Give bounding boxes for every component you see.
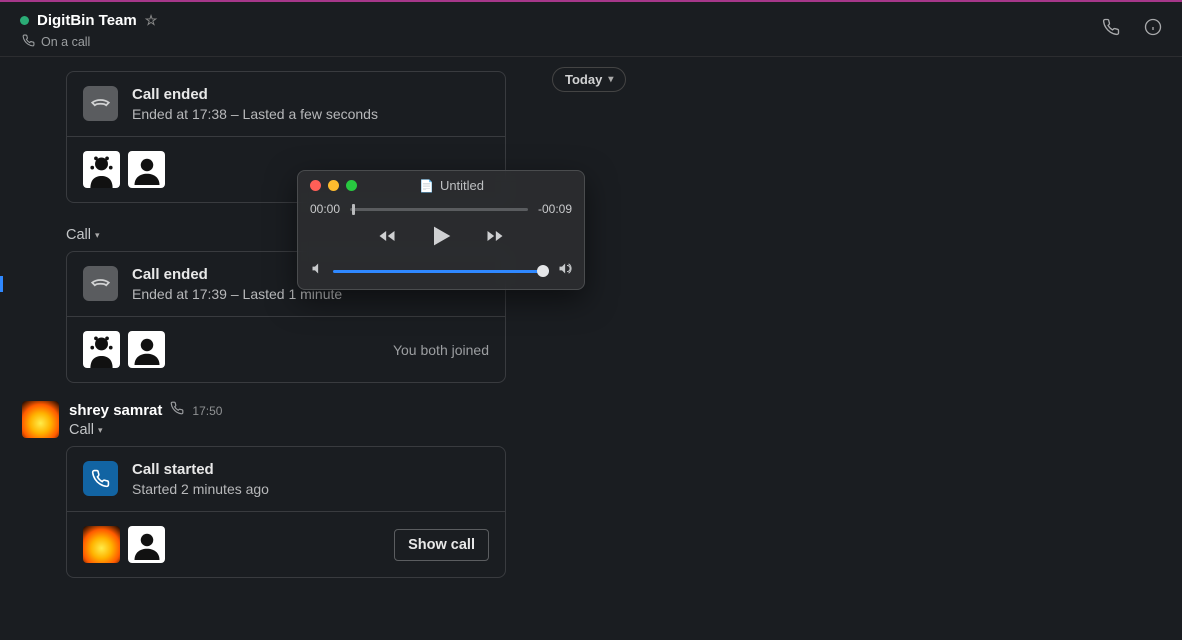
phone-down-icon (83, 86, 118, 121)
call-card-note: You both joined (393, 342, 489, 358)
channel-status: On a call (22, 34, 157, 50)
player-titlebar[interactable]: 📄 Untitled (310, 178, 572, 193)
channel-status-text: On a call (41, 35, 90, 49)
channel-header: DigitBin Team ☆ On a call (0, 2, 1182, 57)
message-timestamp[interactable]: 17:50 (192, 404, 222, 418)
channel-title-button[interactable]: DigitBin Team ☆ (20, 12, 157, 29)
call-attachment-label: Call (66, 227, 91, 243)
fast-forward-button[interactable] (483, 226, 507, 251)
phone-down-icon (83, 266, 118, 301)
media-player-window[interactable]: 📄 Untitled 00:00 -00:09 (297, 170, 585, 290)
seek-knob-icon (352, 204, 355, 215)
volume-knob-icon (537, 265, 549, 277)
call-card-title: Call started (132, 461, 269, 478)
participant-avatar[interactable] (83, 331, 120, 368)
participant-avatar-row (83, 526, 165, 563)
star-icon[interactable]: ☆ (145, 12, 158, 29)
date-divider-label: Today (565, 72, 602, 87)
phone-icon (170, 401, 184, 420)
participant-avatar[interactable] (128, 151, 165, 188)
volume-low-icon (310, 261, 325, 281)
player-title-text: Untitled (440, 178, 484, 193)
volume-slider[interactable] (333, 270, 549, 273)
call-button[interactable] (1102, 18, 1120, 41)
call-card: Call started Started 2 minutes ago Show ca… (66, 446, 506, 578)
phone-icon (83, 461, 118, 496)
phone-icon (22, 34, 35, 50)
player-title: 📄 Untitled (331, 178, 572, 193)
call-attachment-dropdown[interactable]: Call ▾ (66, 227, 100, 243)
caret-down-icon: ▾ (98, 425, 103, 436)
participant-avatar[interactable] (128, 526, 165, 563)
call-card-subtitle: Ended at 17:38 – Lasted a few seconds (132, 106, 378, 122)
participant-avatar[interactable] (83, 151, 120, 188)
show-call-button[interactable]: Show call (394, 529, 489, 561)
call-card-subtitle: Started 2 minutes ago (132, 481, 269, 497)
call-card-title: Call ended (132, 86, 378, 103)
participant-avatar[interactable] (83, 526, 120, 563)
chevron-down-icon: ▾ (608, 74, 613, 85)
message-pane[interactable]: Today ▾ Call ended Ended at 17:38 – Laste… (0, 57, 1182, 625)
date-divider-button[interactable]: Today ▾ (552, 67, 626, 92)
message-author[interactable]: shrey samrat (69, 402, 162, 419)
call-attachment-dropdown[interactable]: Call ▾ (69, 422, 103, 438)
play-button[interactable] (427, 222, 455, 255)
info-button[interactable] (1144, 18, 1162, 41)
seek-slider[interactable] (350, 208, 528, 211)
remaining-time: -00:09 (538, 202, 572, 216)
caret-down-icon: ▾ (95, 230, 100, 241)
volume-high-icon (557, 261, 572, 281)
channel-name: DigitBin Team (37, 12, 137, 29)
message-row: shrey samrat 17:50 Call ▾ (22, 401, 1182, 446)
selection-indicator (0, 276, 3, 292)
author-avatar[interactable] (22, 401, 59, 438)
close-window-button[interactable] (310, 180, 321, 191)
call-attachment-label: Call (69, 422, 94, 438)
participant-avatar-row (83, 331, 165, 368)
elapsed-time: 00:00 (310, 202, 340, 216)
participant-avatar[interactable] (128, 331, 165, 368)
document-icon: 📄 (419, 179, 434, 193)
presence-indicator-icon (20, 16, 29, 25)
rewind-button[interactable] (375, 226, 399, 251)
participant-avatar-row (83, 151, 165, 188)
